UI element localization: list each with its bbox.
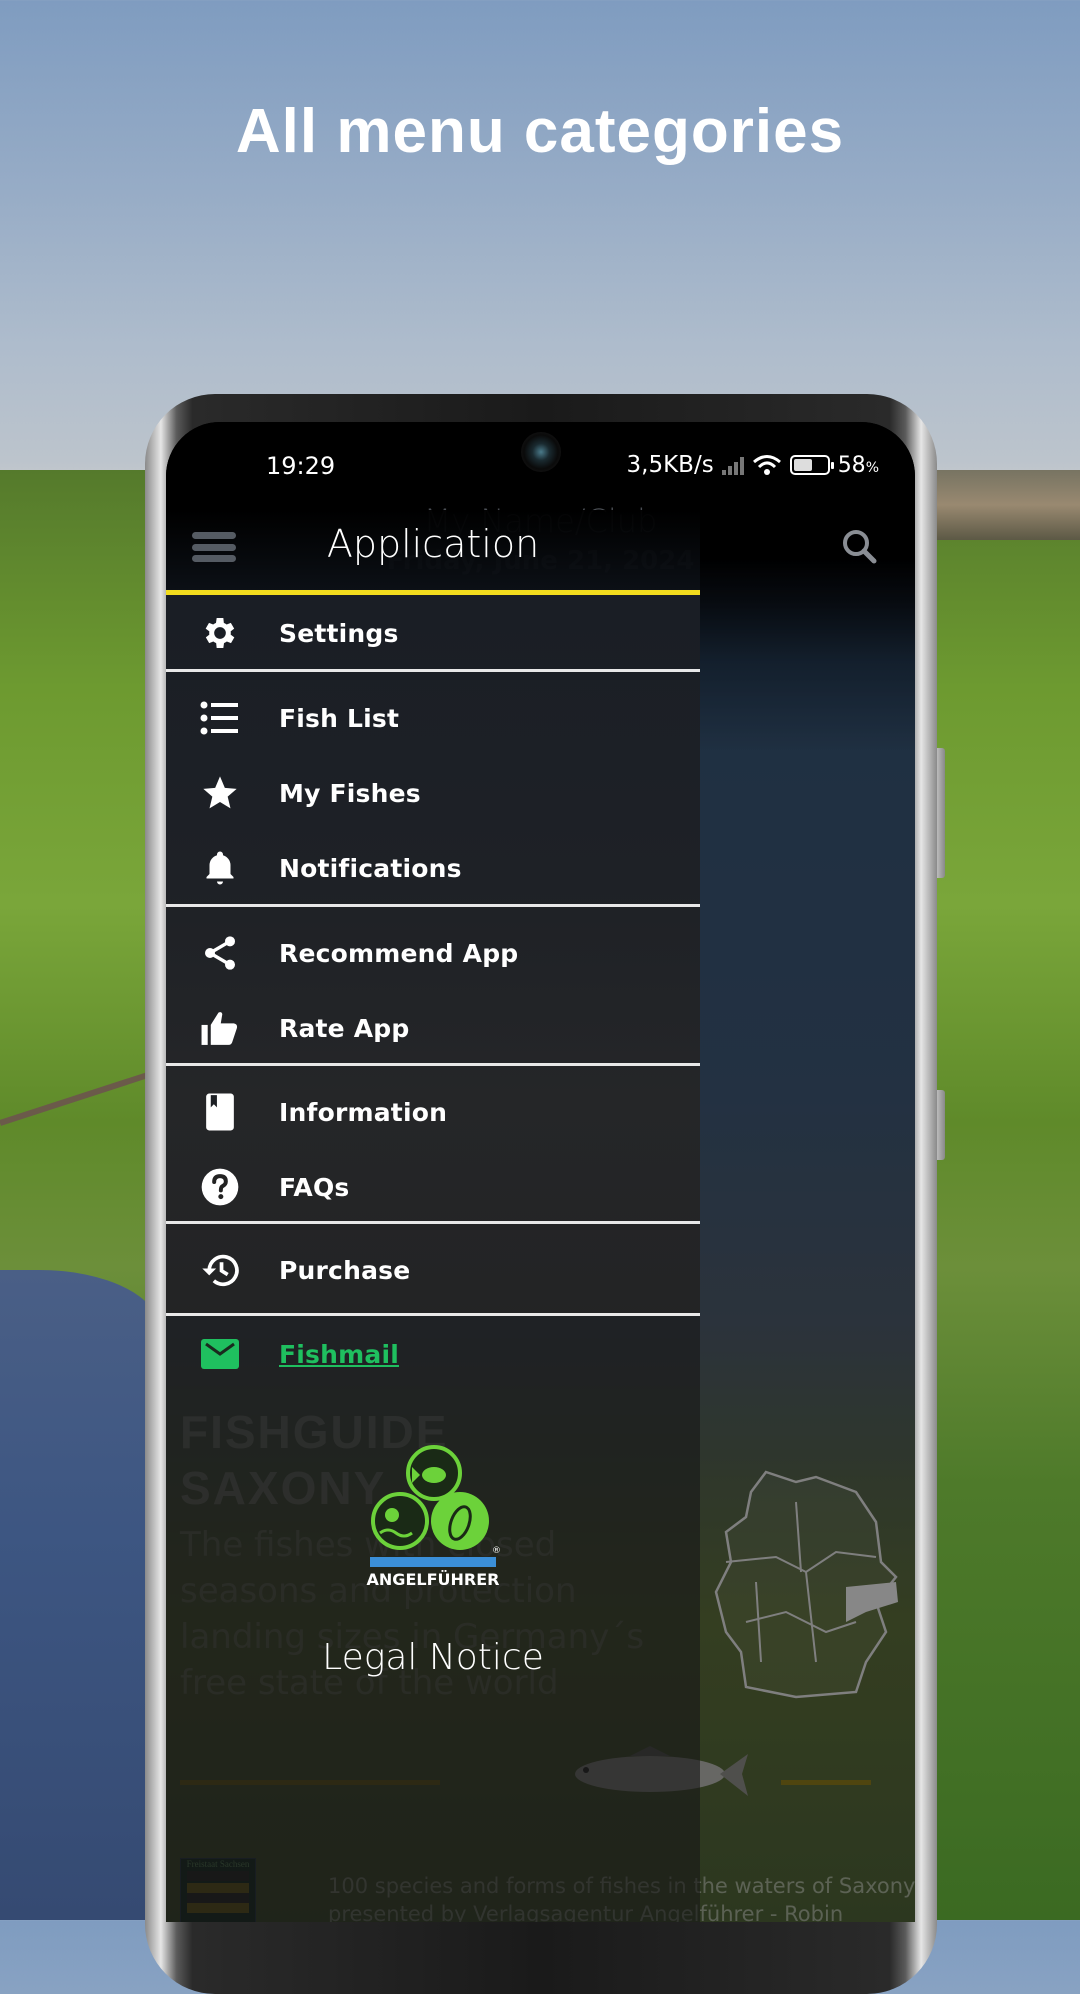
wifi-icon xyxy=(752,455,781,475)
menu-item-label: Fish List xyxy=(279,703,400,733)
star-icon xyxy=(200,773,240,813)
menu-item-my-fishes[interactable]: My Fishes xyxy=(166,763,700,823)
angelfuehrer-logo: ANGELFÜHRER ® xyxy=(367,1445,501,1589)
logo-text: ANGELFÜHRER xyxy=(367,1570,500,1589)
menu-item-label: Purchase xyxy=(279,1255,411,1285)
gear-icon xyxy=(200,613,240,653)
power-button xyxy=(937,1090,945,1160)
navigation-drawer: Application Settings Fish List My Fishes xyxy=(166,422,700,1922)
menu-divider xyxy=(166,904,700,907)
menu-item-faqs[interactable]: FAQs xyxy=(166,1157,700,1217)
share-icon xyxy=(200,933,240,973)
battery-value: 58 xyxy=(837,452,866,478)
signal-icon xyxy=(721,455,744,475)
promo-title: All menu categories xyxy=(235,97,845,166)
menu-item-information[interactable]: Information xyxy=(166,1082,700,1142)
rock-cliff-background xyxy=(930,470,1080,540)
menu-item-label: Information xyxy=(279,1097,448,1127)
help-icon xyxy=(200,1167,240,1207)
drawer-lower xyxy=(166,1315,700,1922)
menu-item-label: Notifications xyxy=(279,853,462,883)
book-icon xyxy=(200,1092,240,1132)
drawer-title: Application xyxy=(326,522,540,566)
menu-divider xyxy=(166,1063,700,1066)
menu-item-label: Fishmail xyxy=(279,1339,399,1369)
battery-icon xyxy=(789,455,834,475)
volume-button xyxy=(937,748,945,878)
battery-percent: 58% xyxy=(838,453,879,478)
phone-screen: FISHGUIDE SAXONY The fishes with closed … xyxy=(166,422,915,1922)
menu-item-recommend-app[interactable]: Recommend App xyxy=(166,923,700,983)
menu-divider xyxy=(166,669,700,672)
thumbs-up-icon xyxy=(200,1008,240,1048)
menu-item-label: FAQs xyxy=(279,1172,350,1202)
legal-notice-link[interactable]: Legal Notice xyxy=(166,1637,700,1678)
bell-icon xyxy=(200,848,240,888)
menu-item-settings[interactable]: Settings xyxy=(166,603,700,663)
menu-item-label: Rate App xyxy=(279,1013,410,1043)
logo-registered: ® xyxy=(492,1546,501,1556)
history-icon xyxy=(200,1250,240,1290)
search-icon[interactable] xyxy=(839,526,879,566)
river-background xyxy=(0,1270,160,1920)
menu-item-notifications[interactable]: Notifications xyxy=(166,838,700,898)
menu-divider xyxy=(166,1313,700,1316)
battery-unit: % xyxy=(865,459,879,476)
menu-item-label: Recommend App xyxy=(279,938,519,968)
menu-item-fishmail[interactable]: Fishmail xyxy=(166,1324,700,1384)
drawer-header: Application xyxy=(166,510,700,590)
menu-divider xyxy=(166,1221,700,1224)
menu-item-rate-app[interactable]: Rate App xyxy=(166,998,700,1058)
mail-icon xyxy=(200,1334,240,1374)
menu-item-purchase[interactable]: Purchase xyxy=(166,1240,700,1300)
battery-fill xyxy=(793,459,812,471)
menu-item-fish-list[interactable]: Fish List xyxy=(166,688,700,748)
list-icon xyxy=(200,698,240,738)
menu-item-label: Settings xyxy=(279,618,399,648)
menu-item-label: My Fishes xyxy=(279,778,421,808)
